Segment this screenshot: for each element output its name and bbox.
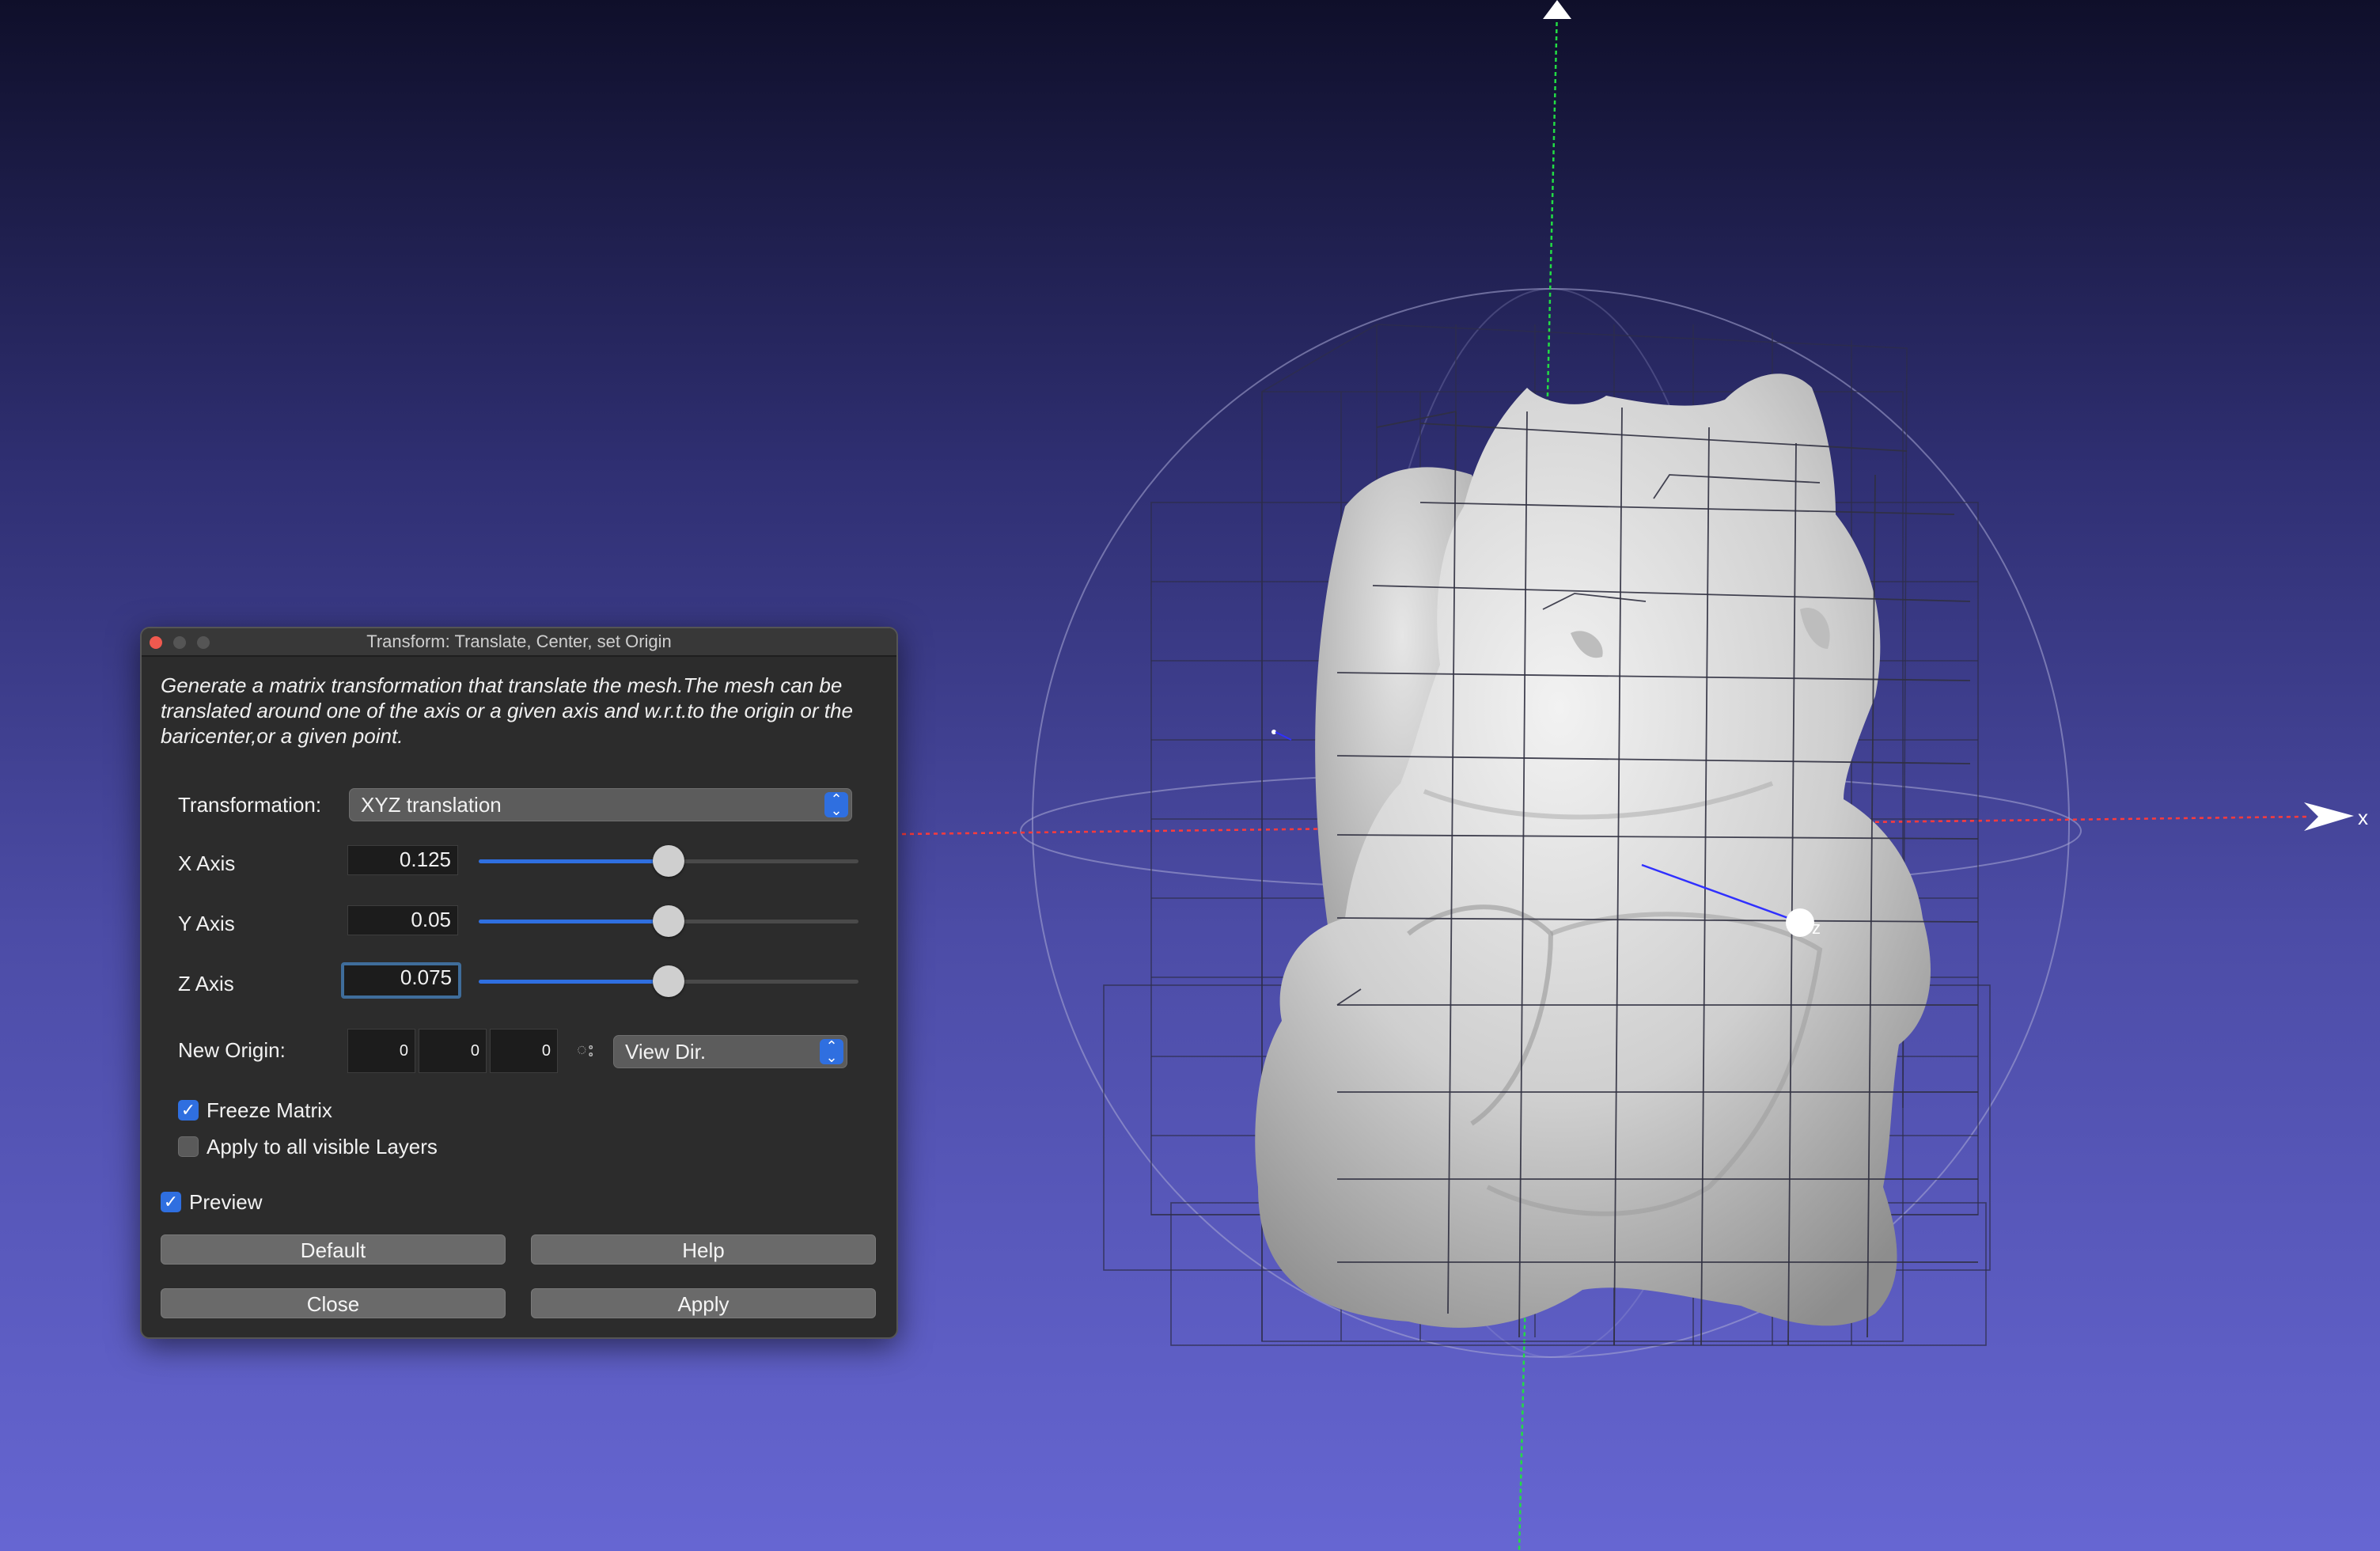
transformation-select-value: XYZ translation <box>361 793 502 817</box>
preview-label: Preview <box>189 1190 263 1214</box>
new-origin-y-input[interactable]: 0 <box>419 1029 487 1073</box>
transformation-label: Transformation: <box>178 793 322 817</box>
x-axis-arrowhead <box>2304 802 2354 831</box>
help-button[interactable]: Help <box>531 1234 876 1265</box>
x-axis-slider-thumb[interactable] <box>653 845 684 877</box>
origin-mode-select-value: View Dir. <box>625 1040 707 1064</box>
chevron-updown-icon: ⌃ ⌄ <box>824 792 848 817</box>
z-axis-input[interactable]: 0.075 <box>341 962 461 999</box>
z-axis-slider[interactable] <box>479 965 858 997</box>
window-zoom-icon[interactable] <box>197 636 210 649</box>
cat-mesh[interactable] <box>1255 374 1931 1328</box>
x-axis-label: x <box>2358 806 2368 829</box>
apply-button[interactable]: Apply <box>531 1288 876 1318</box>
y-axis-slider-fill <box>479 920 669 923</box>
dialog-title: Transform: Translate, Center, set Origin <box>366 631 672 651</box>
x-axis-input[interactable]: 0.125 <box>347 845 458 875</box>
z-axis-handle[interactable] <box>1786 908 1814 937</box>
new-origin-label: New Origin: <box>178 1038 286 1062</box>
z-axis-slider-fill <box>479 980 669 984</box>
transform-dialog: Transform: Translate, Center, set Origin… <box>140 627 898 1339</box>
apply-all-layers-checkbox[interactable] <box>178 1136 199 1157</box>
y-axis-arrowhead <box>1543 0 1571 19</box>
x-axis-slider[interactable] <box>479 845 858 877</box>
window-close-icon[interactable] <box>150 636 162 649</box>
default-button[interactable]: Default <box>161 1234 506 1265</box>
freeze-matrix-label: Freeze Matrix <box>207 1098 332 1122</box>
point-picker-icon[interactable]: ះ <box>577 1040 595 1065</box>
y-axis-slider[interactable] <box>479 905 858 937</box>
x-axis-slider-fill <box>479 859 669 863</box>
z-axis-row-label: Z Axis <box>178 972 234 995</box>
dialog-titlebar[interactable]: Transform: Translate, Center, set Origin <box>142 628 896 657</box>
y-axis-input[interactable]: 0.05 <box>347 905 458 935</box>
new-origin-x-input[interactable]: 0 <box>347 1029 415 1073</box>
freeze-matrix-checkbox[interactable]: ✓ <box>178 1100 199 1121</box>
window-minimize-icon[interactable] <box>173 636 186 649</box>
new-origin-z-input[interactable]: 0 <box>490 1029 558 1073</box>
y-axis-slider-thumb[interactable] <box>653 905 684 937</box>
close-button[interactable]: Close <box>161 1288 506 1318</box>
origin-mode-select[interactable]: View Dir. ⌃ ⌄ <box>613 1035 847 1068</box>
preview-checkbox[interactable]: ✓ <box>161 1192 181 1212</box>
apply-all-layers-label: Apply to all visible Layers <box>207 1135 438 1159</box>
y-axis-row-label: Y Axis <box>178 912 235 935</box>
transformation-select[interactable]: XYZ translation ⌃ ⌄ <box>349 788 852 821</box>
x-axis-row-label: X Axis <box>178 851 236 875</box>
z-axis-label: z <box>1812 918 1821 938</box>
z-axis-slider-thumb[interactable] <box>653 965 684 997</box>
dialog-description: Generate a matrix transformation that tr… <box>161 673 853 748</box>
pivot-marker-tick <box>1275 731 1292 741</box>
chevron-updown-icon: ⌃ ⌄ <box>820 1039 843 1064</box>
